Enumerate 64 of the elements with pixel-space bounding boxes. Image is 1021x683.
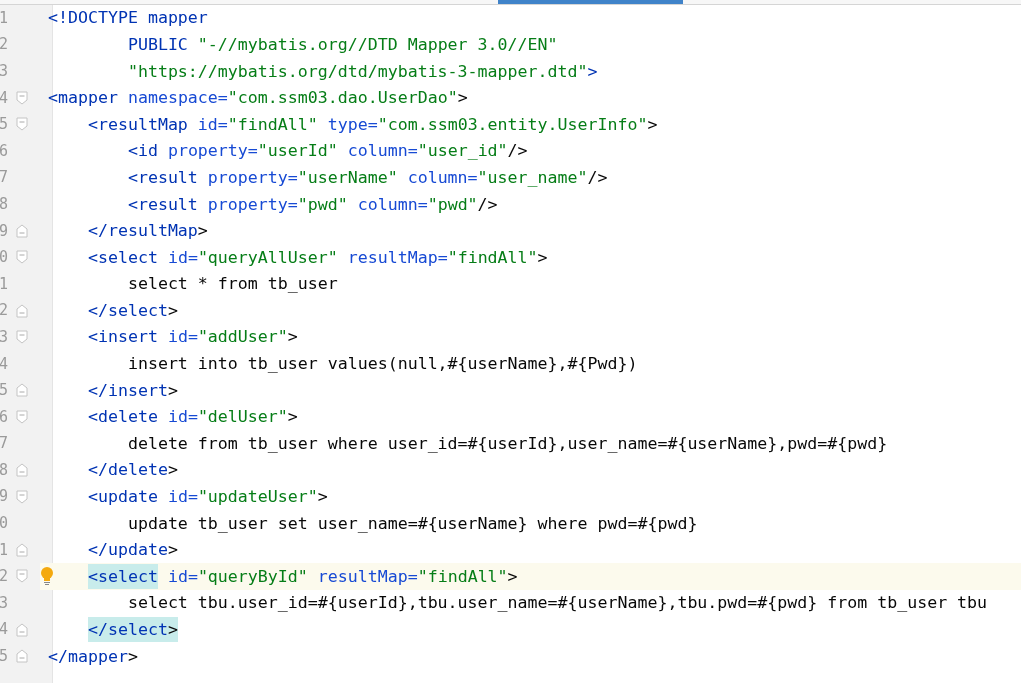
line-number: 0 xyxy=(0,250,9,266)
line-number: 8 xyxy=(0,196,9,212)
line-number: 2 xyxy=(0,569,9,585)
code-line: </delete> xyxy=(86,460,179,481)
code-line: <resultMap id="findAll" type="com.ssm03.entity.UserInfo"> xyxy=(86,114,659,135)
fold-icon[interactable] xyxy=(16,117,28,132)
code-line: <result property="userName" column="user_name"/> xyxy=(126,167,609,188)
line-number: 8 xyxy=(0,462,9,478)
line-number: 3 xyxy=(0,64,9,79)
line-number: 4 xyxy=(0,622,9,638)
line-number: 7 xyxy=(0,170,9,186)
fold-icon[interactable] xyxy=(16,383,28,398)
code-line: </resultMap> xyxy=(86,221,209,241)
lightbulb-icon[interactable] xyxy=(40,566,54,587)
fold-icon[interactable] xyxy=(16,409,28,424)
line-number: 9 xyxy=(0,489,9,505)
line-number: 3 xyxy=(0,329,9,345)
line-number: 7 xyxy=(0,436,9,452)
code-line: <select id="queryAllUser" resultMap="findAll"> xyxy=(86,247,549,268)
code-line: PUBLIC "-//mybatis.org//DTD Mapper 3.0//EN" xyxy=(126,34,559,55)
line-number: 3 xyxy=(0,595,9,611)
code-line: <result property="pwd" column="pwd"/> xyxy=(126,194,499,215)
line-number: 2 xyxy=(0,37,9,53)
line-number: 0 xyxy=(0,516,9,532)
fold-icon[interactable] xyxy=(16,303,28,318)
line-number: 5 xyxy=(0,117,9,133)
line-number: 4 xyxy=(0,90,9,106)
fold-icon[interactable] xyxy=(16,223,28,238)
code-line: update tb_user set user_name=#{userName} where pwd=#{pwd} xyxy=(126,513,699,534)
fold-icon[interactable] xyxy=(16,250,28,265)
code-line: "https://mybatis.org/dtd/mybatis-3-mapper.dtd"> xyxy=(126,61,599,82)
fold-icon[interactable] xyxy=(16,489,28,504)
line-number: 1 xyxy=(0,10,9,26)
code-line: <delete id="delUser"> xyxy=(86,407,299,428)
line-number: 5 xyxy=(0,383,9,399)
fold-icon[interactable] xyxy=(16,330,28,345)
line-number: 9 xyxy=(0,223,9,239)
code-line: </insert> xyxy=(86,380,179,401)
code-line: </mapper> xyxy=(48,646,139,667)
fold-icon[interactable] xyxy=(16,622,28,637)
code-line: </select> xyxy=(86,300,179,321)
code-line: <mapper namespace="com.ssm03.dao.UserDao"> xyxy=(48,88,469,109)
line-number: 6 xyxy=(0,409,9,425)
fold-icon[interactable] xyxy=(16,569,28,584)
line-number: 6 xyxy=(0,143,9,159)
fold-icon[interactable] xyxy=(16,463,28,478)
fold-icon[interactable] xyxy=(16,542,28,557)
line-number: 1 xyxy=(0,542,9,558)
fold-icon[interactable] xyxy=(16,90,28,105)
code-line: </update> xyxy=(86,540,179,561)
line-number: 1 xyxy=(0,276,9,292)
code-line: select tbu.user_id=#{userId},tbu.user_name=#{userName},tbu.pwd=#{pwd} from tb_user tbu xyxy=(126,593,989,614)
line-number: 4 xyxy=(0,356,9,372)
line-number: 2 xyxy=(0,303,9,319)
code-line: <insert id="addUser"> xyxy=(86,327,299,348)
code-line: <!DOCTYPE mapper xyxy=(48,8,209,29)
fold-icon[interactable] xyxy=(16,649,28,664)
code-line: delete from tb_user where user_id=#{userId},user_name=#{userName},pwd=#{pwd} xyxy=(126,433,889,454)
line-number: 5 xyxy=(0,649,9,665)
code-line: <id property="userId" column="user_id"/> xyxy=(126,141,529,162)
code-line: <update id="updateUser"> xyxy=(86,487,329,507)
code-line: insert into tb_user values(null,#{userName},#{Pwd}) xyxy=(126,354,639,374)
code-line: </select> xyxy=(48,620,1021,640)
code-line: select * from tb_user xyxy=(126,274,339,295)
